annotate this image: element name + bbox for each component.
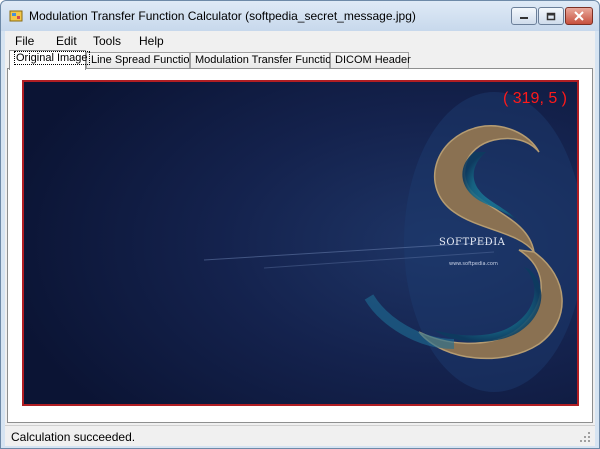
maximize-icon [546, 12, 556, 20]
tab-original-image[interactable]: Original Image [9, 50, 90, 70]
tab-strip: Original Image Line Spread Function Modu… [5, 50, 595, 70]
tab-dicom-header[interactable]: DICOM Header [330, 52, 411, 69]
app-window: Modulation Transfer Function Calculator … [0, 0, 600, 449]
image-watermark-url: www.softpedia.com [449, 261, 498, 267]
tab-modulation-transfer-function[interactable]: Modulation Transfer Function [190, 52, 337, 69]
resize-grip-icon[interactable] [579, 431, 591, 443]
loaded-image: SOFTPEDIA www.softpedia.com [24, 82, 577, 404]
tab-page-original-image: SOFTPEDIA www.softpedia.com ( 319, 5 ) [7, 68, 593, 423]
menu-bar: File Edit Tools Help [5, 31, 595, 51]
menu-tools[interactable]: Tools [93, 34, 121, 48]
app-icon [9, 10, 23, 22]
tab-line-spread-function[interactable]: Line Spread Function [86, 52, 196, 69]
close-icon [574, 11, 584, 21]
title-bar[interactable]: Modulation Transfer Function Calculator … [1, 1, 599, 31]
image-viewer[interactable]: SOFTPEDIA www.softpedia.com ( 319, 5 ) [22, 80, 579, 406]
status-text: Calculation succeeded. [11, 430, 136, 444]
maximize-button[interactable] [538, 7, 564, 25]
pixel-coordinate-readout: ( 319, 5 ) [502, 90, 567, 107]
menu-file[interactable]: File [15, 34, 34, 48]
tab-label: Modulation Transfer Function [195, 54, 338, 66]
tab-label: Line Spread Function [91, 54, 196, 66]
status-bar: Calculation succeeded. [5, 425, 595, 446]
menu-help[interactable]: Help [139, 34, 164, 48]
close-button[interactable] [565, 7, 593, 25]
tab-label: DICOM Header [335, 54, 411, 66]
tab-label: Original Image [14, 51, 90, 65]
minimize-icon [520, 17, 528, 19]
window-title: Modulation Transfer Function Calculator … [29, 9, 416, 23]
client-area: File Edit Tools Help Original Image Line… [5, 31, 595, 446]
menu-edit[interactable]: Edit [56, 34, 77, 48]
minimize-button[interactable] [511, 7, 537, 25]
image-watermark-title: SOFTPEDIA [439, 237, 506, 248]
